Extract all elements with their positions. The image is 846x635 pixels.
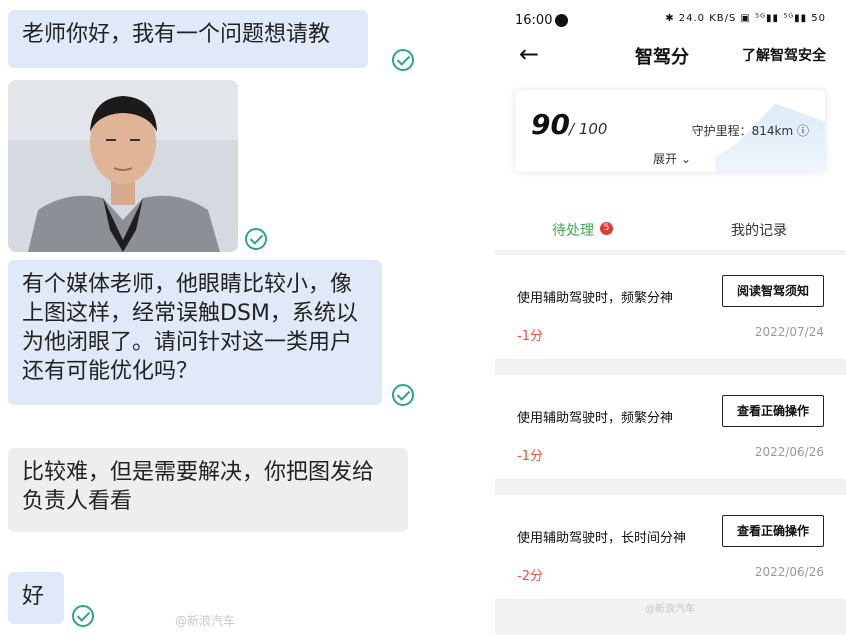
notification-dot-icon — [555, 14, 568, 27]
message-photo[interactable] — [8, 80, 238, 252]
phone-screen: 16:00 ✱ 24.0 KB/S ▣ ⁵ᴳ▮▮ ⁵ᴳ▮▮ 50 ← 智驾分 了… — [495, 0, 846, 635]
read-check-icon — [392, 384, 414, 406]
view-correct-operation-button[interactable]: 查看正确操作 — [722, 515, 824, 547]
message-bubble[interactable]: 有个媒体老师，他眼睛比较小，像上图这样，经常误触DSM，系统以为他闭眼了。请问针… — [8, 260, 382, 405]
tab-records[interactable]: 我的记录 — [731, 220, 787, 240]
record-date: 2022/06/26 — [754, 565, 824, 579]
record-date: 2022/06/26 — [754, 445, 824, 459]
record-points: -2分 — [517, 569, 543, 584]
record-title: 使用辅助驾驶时，频繁分神 — [517, 411, 674, 426]
tab-bar: 待处理 5 我的记录 — [495, 210, 846, 250]
message-bubble[interactable]: 老师你好，我有一个问题想请教 — [8, 10, 368, 68]
read-check-icon — [72, 605, 94, 627]
message-bubble[interactable]: 好 — [8, 572, 64, 624]
message-text: 老师你好，我有一个问题想请教 — [22, 22, 331, 47]
page-title: 智驾分 — [635, 47, 689, 68]
tab-pending[interactable]: 待处理 — [552, 220, 594, 240]
back-arrow-icon[interactable]: ← — [519, 40, 539, 68]
score-card: 90 / 100 守护里程：814km ⓘ 展开 ⌄ — [515, 90, 825, 172]
read-check-icon — [392, 49, 414, 71]
record-item: 使用辅助驾驶时，频繁分神 查看正确操作 -1分 2022/06/26 — [495, 375, 846, 479]
message-text: 好 — [22, 584, 45, 609]
pending-count-badge: 5 — [600, 222, 613, 235]
record-points: -1分 — [517, 449, 543, 464]
nav-bar: ← 智驾分 了解智驾安全 — [495, 30, 846, 80]
message-bubble[interactable]: 比较难，但是需要解决，你把图发给负责人看看 — [8, 448, 408, 532]
score-value: 90 — [531, 108, 570, 141]
message-text: 有个媒体老师，他眼睛比较小，像上图这样，经常误触DSM，系统以为他闭眼了。请问针… — [22, 272, 358, 384]
record-item: 使用辅助驾驶时，长时间分神 查看正确操作 -2分 2022/06/26 — [495, 495, 846, 599]
mileage-info[interactable]: 守护里程：814km ⓘ — [692, 122, 809, 139]
record-title: 使用辅助驾驶时，频繁分神 — [517, 291, 674, 306]
record-title: 使用辅助驾驶时，长时间分神 — [517, 531, 687, 546]
record-date: 2022/07/24 — [754, 325, 824, 339]
message-text: 比较难，但是需要解决，你把图发给负责人看看 — [22, 460, 375, 514]
score-max: / 100 — [569, 120, 608, 138]
status-icons: ✱ 24.0 KB/S ▣ ⁵ᴳ▮▮ ⁵ᴳ▮▮ 50 — [665, 13, 826, 24]
read-guidelines-button[interactable]: 阅读智驾须知 — [722, 275, 824, 307]
record-item: 使用辅助驾驶时，频繁分神 阅读智驾须知 -1分 2022/07/24 — [495, 255, 846, 359]
person-photo-illustration — [8, 80, 238, 252]
watermark: @新浪汽车 — [645, 604, 695, 615]
record-points: -1分 — [517, 329, 543, 344]
read-check-icon — [245, 228, 267, 250]
learn-safety-link[interactable]: 了解智驾安全 — [742, 45, 826, 65]
status-time: 16:00 — [515, 13, 553, 28]
watermark: @新浪汽车 — [175, 614, 236, 628]
chat-panel: 老师你好，我有一个问题想请教 有个媒体老师，他眼睛比较小，像上图这样，经常误触D… — [0, 0, 430, 635]
expand-button[interactable]: 展开 ⌄ — [653, 150, 691, 167]
view-correct-operation-button[interactable]: 查看正确操作 — [722, 395, 824, 427]
